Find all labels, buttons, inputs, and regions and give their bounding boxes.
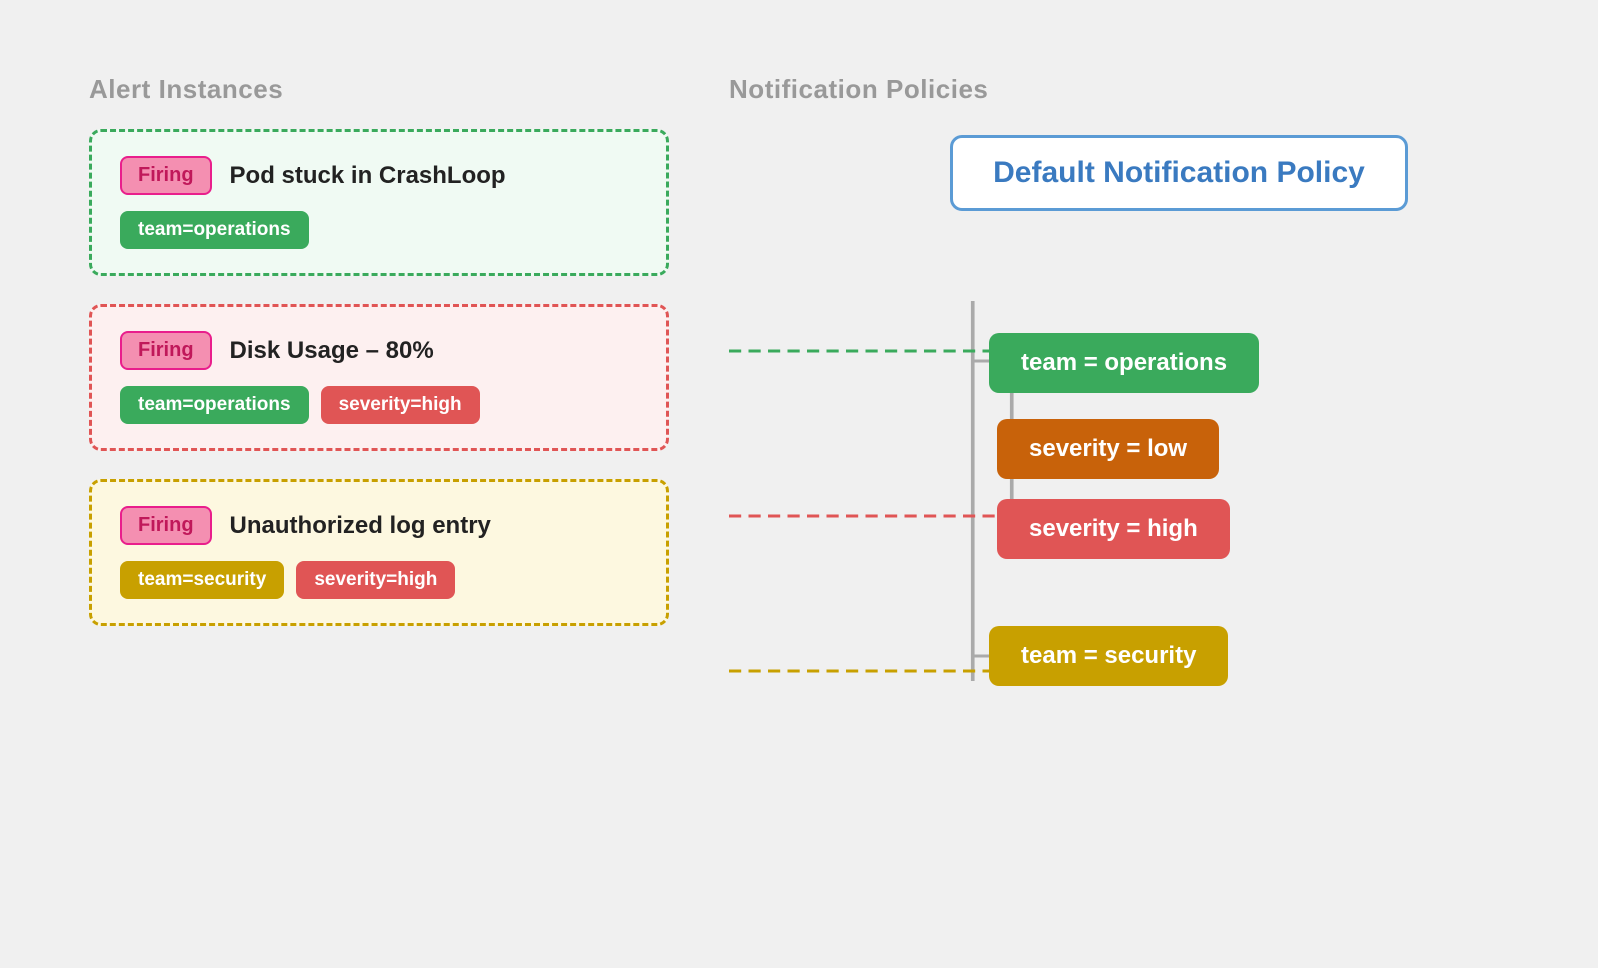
alert-crashloop-top: Firing Pod stuck in CrashLoop (120, 156, 638, 195)
alert-unauth-title: Unauthorized log entry (230, 512, 491, 540)
right-panel: Notification Policies Default Notificati… (729, 74, 1509, 894)
alert-disk-title: Disk Usage – 80% (230, 337, 434, 365)
tag-team-operations-1: team=operations (120, 211, 309, 249)
alert-disk-tags: team=operations severity=high (120, 386, 638, 424)
main-container: Alert Instances Firing Pod stuck in Cras… (29, 34, 1569, 934)
left-panel: Alert Instances Firing Pod stuck in Cras… (89, 74, 669, 894)
alert-crashloop: Firing Pod stuck in CrashLoop team=opera… (89, 129, 669, 276)
alert-crashloop-tags: team=operations (120, 211, 638, 249)
alert-unauth-top: Firing Unauthorized log entry (120, 506, 638, 545)
alert-unauth: Firing Unauthorized log entry team=secur… (89, 479, 669, 626)
right-section-title: Notification Policies (729, 74, 1509, 105)
alert-unauth-tags: team=security severity=high (120, 561, 638, 599)
alert-disk: Firing Disk Usage – 80% team=operations … (89, 304, 669, 451)
left-section-title: Alert Instances (89, 74, 669, 105)
tree-diagram: team = operations severity = low severit… (729, 301, 1509, 781)
policy-node-team-operations: team = operations (989, 333, 1259, 393)
alert-disk-top: Firing Disk Usage – 80% (120, 331, 638, 370)
policy-node-severity-high: severity = high (997, 499, 1230, 559)
policy-node-team-security: team = security (989, 626, 1228, 686)
alert-crashloop-title: Pod stuck in CrashLoop (230, 162, 506, 190)
tag-team-security-1: team=security (120, 561, 284, 599)
firing-badge-1: Firing (120, 156, 212, 195)
tag-team-operations-2: team=operations (120, 386, 309, 424)
firing-badge-2: Firing (120, 331, 212, 370)
tag-severity-high-2: severity=high (296, 561, 455, 599)
firing-badge-3: Firing (120, 506, 212, 545)
policy-node-severity-low: severity = low (997, 419, 1219, 479)
tag-severity-high-1: severity=high (321, 386, 480, 424)
default-policy-box: Default Notification Policy (950, 135, 1408, 211)
